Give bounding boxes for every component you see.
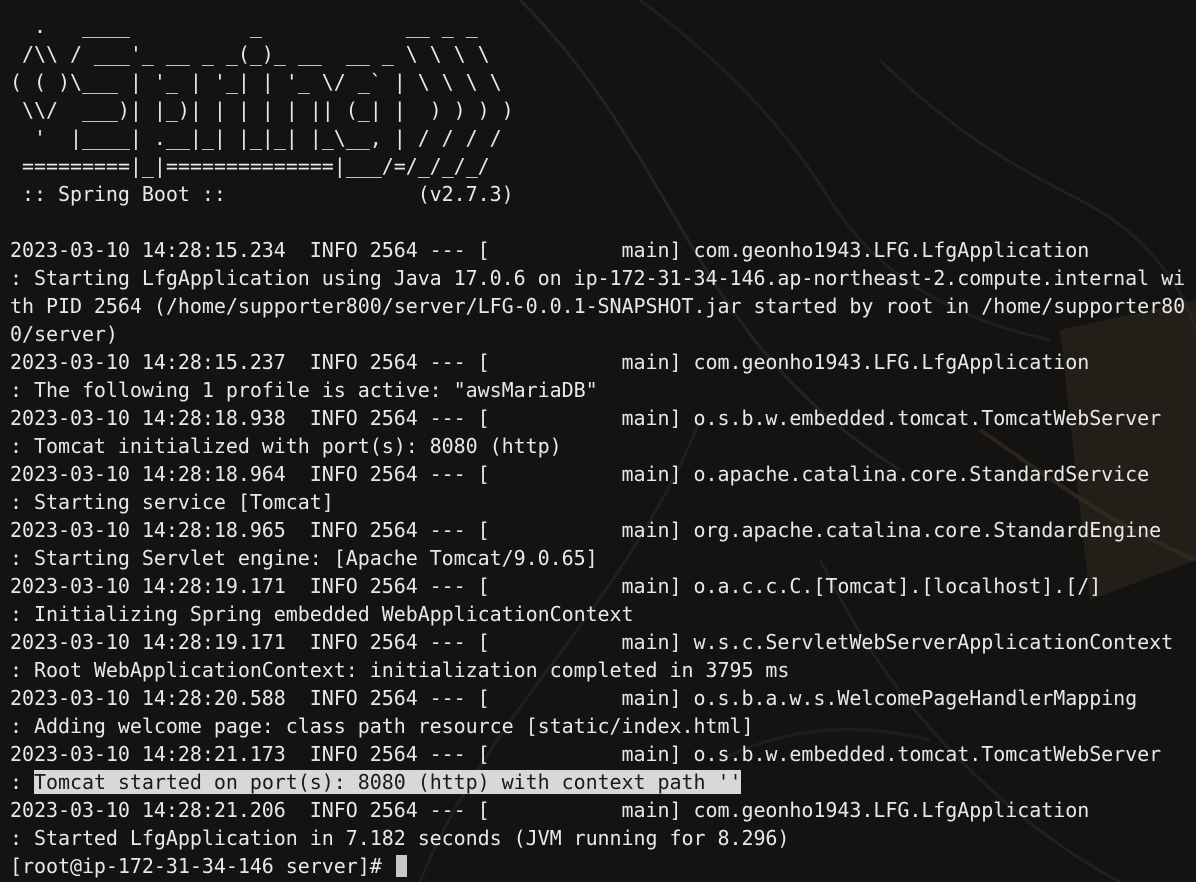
ascii-banner-line: /\\ / ___'_ __ _ _(_)_ __ __ _ \ \ \ \ — [10, 42, 490, 66]
text-selection-highlight[interactable]: Tomcat started on port(s): 8080 (http) w… — [33, 770, 742, 794]
log-message-prefix: : — [10, 770, 34, 794]
log-message: : Starting Servlet engine: [Apache Tomca… — [10, 546, 598, 570]
log-line: 2023-03-10 14:28:20.588 INFO 2564 --- [ … — [10, 686, 1138, 710]
ascii-banner-line: =========|_|==============|___/=/_/_/_/ — [10, 154, 490, 178]
log-line: 2023-03-10 14:28:19.171 INFO 2564 --- [ … — [10, 574, 1102, 598]
log-line: 2023-03-10 14:28:19.171 INFO 2564 --- [ … — [10, 630, 1174, 654]
log-line: 2023-03-10 14:28:21.206 INFO 2564 --- [ … — [10, 798, 1090, 822]
log-message: : Root WebApplicationContext: initializa… — [10, 658, 790, 682]
ascii-banner-line: ( ( )\___ | '_ | '_| | '_ \/ _` | \ \ \ … — [10, 70, 502, 94]
ascii-banner-line: \\/ ___)| |_)| | | | | || (_| | ) ) ) ) — [10, 98, 514, 122]
log-message: 0/server) — [10, 322, 118, 346]
shell-prompt-line[interactable]: [root@ip-172-31-34-146 server]# — [10, 852, 1196, 880]
log-message: : The following 1 profile is active: "aw… — [10, 378, 598, 402]
log-message: th PID 2564 (/home/supporter800/server/L… — [10, 294, 1186, 318]
log-message: : Tomcat initialized with port(s): 8080 … — [10, 434, 562, 458]
spring-boot-version-line: :: Spring Boot :: (v2.7.3) — [10, 182, 514, 206]
log-message: : Started LfgApplication in 7.182 second… — [10, 826, 790, 850]
log-message: : Adding welcome page: class path resour… — [10, 714, 754, 738]
log-message-selected: : Tomcat started on port(s): 8080 (http)… — [10, 768, 1196, 796]
log-line: 2023-03-10 14:28:18.964 INFO 2564 --- [ … — [10, 462, 1150, 486]
text-cursor — [395, 855, 407, 877]
log-line: 2023-03-10 14:28:18.938 INFO 2564 --- [ … — [10, 406, 1162, 430]
log-line: 2023-03-10 14:28:21.173 INFO 2564 --- [ … — [10, 742, 1162, 766]
ascii-banner-line: ' |____| .__|_| |_|_| |_\__, | / / / / — [10, 126, 502, 150]
shell-prompt: [root@ip-172-31-34-146 server]# — [10, 854, 394, 878]
log-line: 2023-03-10 14:28:18.965 INFO 2564 --- [ … — [10, 518, 1162, 542]
log-message: : Initializing Spring embedded WebApplic… — [10, 602, 634, 626]
log-line: 2023-03-10 14:28:15.234 INFO 2564 --- [ … — [10, 238, 1090, 262]
ascii-banner-line: . ____ _ __ _ _ — [10, 14, 478, 38]
log-line: 2023-03-10 14:28:15.237 INFO 2564 --- [ … — [10, 350, 1090, 374]
log-message: : Starting service [Tomcat] — [10, 490, 334, 514]
terminal-window[interactable]: . ____ _ __ _ _ /\\ / ___'_ __ _ _(_)_ _… — [0, 0, 1196, 882]
log-message: : Starting LfgApplication using Java 17.… — [10, 266, 1186, 290]
terminal-output: . ____ _ __ _ _ /\\ / ___'_ __ _ _(_)_ _… — [10, 12, 1196, 880]
